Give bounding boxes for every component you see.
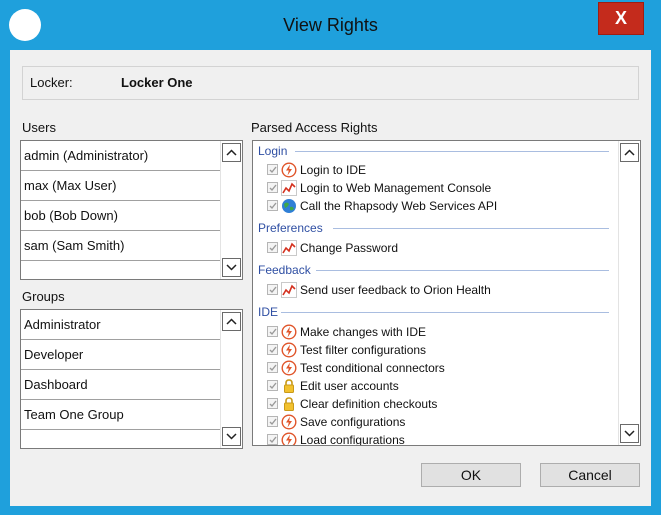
right-label: Change Password <box>300 241 399 255</box>
user-item[interactable]: admin (Administrator) <box>21 141 240 171</box>
dialog-body: Locker: Locker One Users admin (Administ… <box>10 50 651 506</box>
groups-list[interactable]: Administrator Developer Dashboard Team O… <box>20 309 243 449</box>
users-list[interactable]: admin (Administrator) max (Max User) bob… <box>20 140 243 280</box>
right-label: Login to Web Management Console <box>300 181 492 195</box>
chart-icon <box>281 180 297 196</box>
checkbox <box>267 380 278 391</box>
scroll-down-button[interactable] <box>222 258 241 277</box>
scroll-up-button[interactable] <box>620 143 639 162</box>
lightning-icon <box>281 162 297 178</box>
right-label: Load configurations <box>300 433 405 446</box>
category-divider <box>333 228 609 229</box>
check-icon <box>269 436 277 444</box>
category-preferences: Preferences <box>258 221 323 235</box>
right-label: Send user feedback to Orion Health <box>300 283 491 297</box>
lock-icon <box>284 397 294 411</box>
check-icon <box>269 400 277 408</box>
locker-value: Locker One <box>121 75 193 90</box>
right-label: Edit user accounts <box>300 379 399 393</box>
chevron-up-icon <box>226 149 237 156</box>
user-item[interactable]: sam (Sam Smith) <box>21 231 240 261</box>
locker-panel: Locker: Locker One <box>22 66 639 100</box>
chevron-down-icon <box>226 264 237 271</box>
lightning-icon <box>281 324 297 340</box>
user-item[interactable]: max (Max User) <box>21 171 240 201</box>
checkbox <box>267 164 278 175</box>
access-rights-tree[interactable]: Login Login to IDE Login to Web Manageme… <box>252 140 641 446</box>
chevron-up-icon <box>226 318 237 325</box>
group-item[interactable]: Team One Group <box>21 400 240 430</box>
check-icon <box>269 184 277 192</box>
check-icon <box>269 346 277 354</box>
chevron-down-icon <box>624 430 635 437</box>
checkbox <box>267 434 278 445</box>
right-label: Test conditional connectors <box>300 361 445 375</box>
check-icon <box>269 202 277 210</box>
category-divider <box>295 151 609 152</box>
scroll-up-button[interactable] <box>222 143 241 162</box>
right-label: Test filter configurations <box>300 343 427 357</box>
scroll-up-button[interactable] <box>222 312 241 331</box>
ok-button[interactable]: OK <box>421 463 521 487</box>
check-icon <box>269 244 277 252</box>
right-label: Make changes with IDE <box>300 325 427 339</box>
category-feedback: Feedback <box>258 263 311 277</box>
checkbox <box>267 242 278 253</box>
category-divider <box>281 312 609 313</box>
right-label: Call the Rhapsody Web Services API <box>300 199 498 213</box>
check-icon <box>269 382 277 390</box>
globe-icon <box>282 199 296 213</box>
window-title: View Rights <box>283 15 378 35</box>
rights-label: Parsed Access Rights <box>251 120 378 135</box>
check-icon <box>269 418 277 426</box>
lock-icon <box>284 379 294 393</box>
right-label: Save configurations <box>300 415 406 429</box>
lightning-icon <box>281 432 297 445</box>
category-ide: IDE <box>258 305 279 319</box>
locker-label: Locker: <box>30 75 73 90</box>
right-label: Login to IDE <box>300 163 367 177</box>
lightning-icon <box>281 342 297 358</box>
group-item[interactable]: Dashboard <box>21 370 240 400</box>
checkbox <box>267 284 278 295</box>
check-icon <box>269 286 277 294</box>
chart-icon <box>281 240 297 256</box>
groups-scrollbar[interactable] <box>220 310 242 448</box>
check-icon <box>269 328 277 336</box>
lightning-icon <box>281 414 297 430</box>
checkbox <box>267 344 278 355</box>
rights-scrollbar[interactable] <box>618 141 640 445</box>
close-button[interactable]: X <box>598 2 644 35</box>
users-label: Users <box>22 120 56 135</box>
group-item[interactable]: Developer <box>21 340 240 370</box>
checkbox <box>267 182 278 193</box>
title-bar: View Rights X <box>0 0 661 50</box>
chart-icon <box>281 282 297 298</box>
chevron-down-icon <box>226 433 237 440</box>
checkbox <box>267 416 278 427</box>
category-login: Login <box>258 144 288 158</box>
checkbox <box>267 398 278 409</box>
scroll-down-button[interactable] <box>222 427 241 446</box>
lightning-icon <box>281 360 297 376</box>
group-item[interactable]: Administrator <box>21 310 240 340</box>
checkbox <box>267 326 278 337</box>
users-scrollbar[interactable] <box>220 141 242 279</box>
scroll-down-button[interactable] <box>620 424 639 443</box>
chevron-up-icon <box>624 149 635 156</box>
cancel-button[interactable]: Cancel <box>540 463 640 487</box>
groups-label: Groups <box>22 289 65 304</box>
check-icon <box>269 364 277 372</box>
view-rights-window: View Rights X Locker: Locker One Users a… <box>0 0 661 515</box>
checkbox <box>267 200 278 211</box>
right-label: Clear definition checkouts <box>300 397 438 411</box>
user-item[interactable]: bob (Bob Down) <box>21 201 240 231</box>
category-divider <box>316 270 609 271</box>
check-icon <box>269 166 277 174</box>
checkbox <box>267 362 278 373</box>
